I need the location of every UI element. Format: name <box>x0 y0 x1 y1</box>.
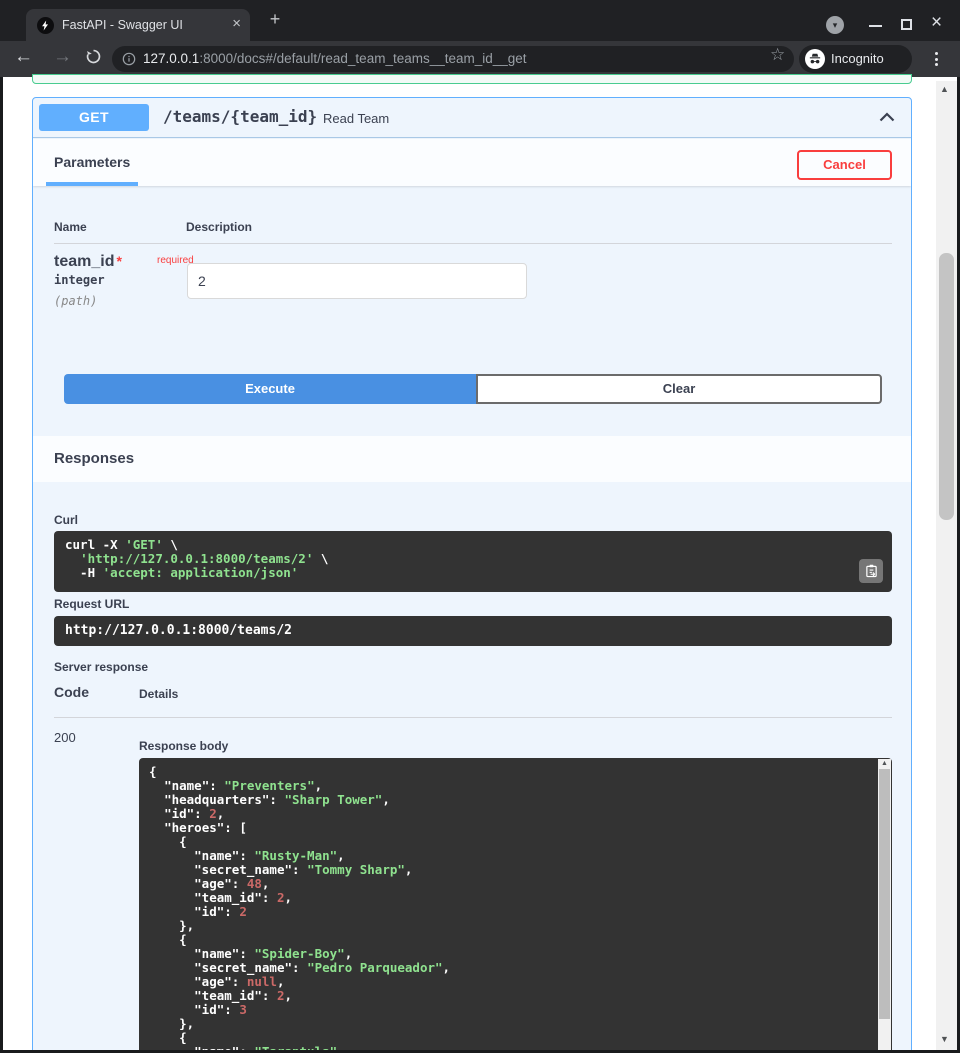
column-header-description: Description <box>186 220 252 234</box>
incognito-label: Incognito <box>831 45 884 73</box>
tab-close-icon[interactable]: × <box>232 9 241 41</box>
browser-menu-icon[interactable] <box>929 48 943 70</box>
copy-to-clipboard-icon[interactable] <box>859 559 883 583</box>
endpoint-summary: Read Team <box>323 111 389 126</box>
tab-strip: FastAPI - Swagger UI × + ▾ × <box>0 0 960 41</box>
forward-icon[interactable]: → <box>53 46 72 68</box>
parameters-section-header: Parameters Cancel <box>33 139 911 186</box>
minimize-icon[interactable] <box>869 25 882 27</box>
reload-icon[interactable] <box>85 48 102 65</box>
url-path: :8000/docs#/default/read_team_teams__tea… <box>199 51 526 66</box>
fastapi-favicon-icon <box>37 17 54 34</box>
url-text: 127.0.0.1:8000/docs#/default/read_team_t… <box>143 46 527 72</box>
endpoint-path: /teams/{team_id} <box>163 107 317 126</box>
column-header-name: Name <box>54 220 87 234</box>
chevron-up-icon[interactable] <box>879 112 895 122</box>
curl-label: Curl <box>54 513 78 527</box>
incognito-badge: Incognito <box>799 45 912 73</box>
page-scrollbar[interactable]: ▲ ▼ <box>936 81 957 1050</box>
tab-title: FastAPI - Swagger UI <box>62 9 183 41</box>
page-scrollbar-thumb[interactable] <box>939 253 954 520</box>
team-id-input[interactable] <box>187 263 527 299</box>
execute-button[interactable]: Execute <box>64 374 476 404</box>
details-column-header: Details <box>139 687 178 701</box>
back-icon[interactable]: ← <box>14 46 33 68</box>
tab-parameters[interactable]: Parameters <box>54 139 130 186</box>
response-body-json: { "name": "Preventers", "headquarters": … <box>149 765 866 1053</box>
browser-tab[interactable]: FastAPI - Swagger UI × <box>26 9 250 41</box>
required-asterisk: * <box>116 253 121 269</box>
scroll-down-icon[interactable]: ▼ <box>940 1034 949 1044</box>
browser-toolbar: ← → 127.0.0.1:8000/docs#/default/read_te… <box>0 41 960 77</box>
param-name: team_id* <box>54 253 122 271</box>
response-body-block: { "name": "Preventers", "headquarters": … <box>139 758 892 1053</box>
new-tab-icon[interactable]: + <box>261 5 289 33</box>
param-type: integer <box>54 273 105 287</box>
maximize-icon[interactable] <box>901 19 912 30</box>
request-url-value: http://127.0.0.1:8000/teams/2 <box>54 616 892 646</box>
collapsed-endpoint-edge[interactable] <box>32 74 912 84</box>
param-location: (path) <box>54 294 97 308</box>
code-column-header: Code <box>54 684 89 700</box>
responses-section-header: Responses <box>33 436 911 482</box>
curl-command-block: curl -X 'GET' \ 'http://127.0.0.1:8000/t… <box>54 531 892 592</box>
address-bar[interactable]: 127.0.0.1:8000/docs#/default/read_team_t… <box>112 46 794 72</box>
endpoint-summary-row[interactable]: GET /teams/{team_id} Read Team <box>33 98 911 138</box>
responses-title: Responses <box>54 436 134 482</box>
get-endpoint-block: GET /teams/{team_id} Read Team Parameter… <box>32 97 912 1053</box>
bookmark-star-icon[interactable]: ☆ <box>770 45 785 65</box>
server-response-label: Server response <box>54 660 148 674</box>
status-code: 200 <box>54 730 76 745</box>
tab-search-icon[interactable]: ▾ <box>826 16 844 34</box>
response-body-scrollbar[interactable]: ▲ <box>878 759 891 1053</box>
params-divider <box>54 243 892 244</box>
response-divider <box>54 717 892 718</box>
scrollbar-thumb[interactable] <box>879 769 890 1019</box>
request-url-label: Request URL <box>54 597 129 611</box>
scroll-up-icon[interactable]: ▲ <box>881 760 888 767</box>
tab-active-underline <box>46 182 138 186</box>
curl-command-text: curl -X 'GET' \ 'http://127.0.0.1:8000/t… <box>65 538 882 580</box>
window-close-icon[interactable]: × <box>931 12 942 34</box>
response-body-label: Response body <box>139 739 228 753</box>
cancel-button[interactable]: Cancel <box>797 150 892 180</box>
incognito-icon <box>805 49 825 69</box>
clear-button[interactable]: Clear <box>476 374 882 404</box>
browser-window: FastAPI - Swagger UI × + ▾ × ← → 127.0.0… <box>0 0 960 1053</box>
http-method-badge: GET <box>39 104 149 131</box>
url-host: 127.0.0.1 <box>143 51 199 66</box>
scroll-up-icon[interactable]: ▲ <box>940 84 949 94</box>
site-info-icon[interactable] <box>122 52 136 66</box>
window-frame-left <box>0 77 3 1053</box>
